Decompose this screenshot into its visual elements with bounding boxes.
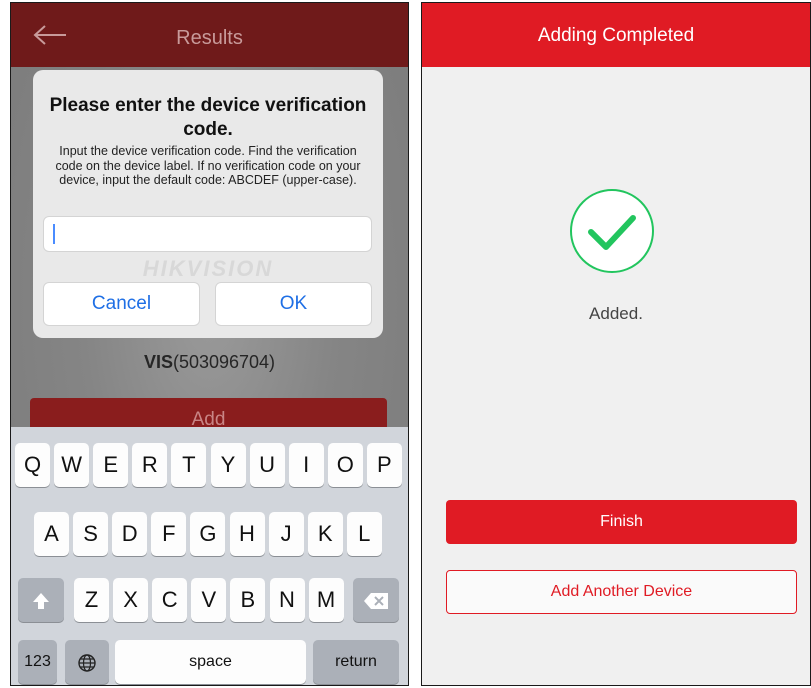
key-x[interactable]: X (113, 578, 149, 622)
key-l[interactable]: L (346, 512, 382, 556)
key-e[interactable]: E (93, 443, 129, 487)
verification-code-dialog: Please enter the device verification cod… (33, 70, 383, 338)
key-b[interactable]: B (230, 578, 266, 622)
backspace-key[interactable] (353, 578, 399, 622)
page-title: Results (176, 27, 243, 49)
cancel-button[interactable]: Cancel (43, 282, 200, 326)
globe-icon (78, 654, 96, 672)
key-q[interactable]: Q (15, 443, 50, 487)
return-key[interactable]: return (313, 640, 399, 684)
completed-header: Adding Completed (422, 3, 810, 67)
key-c[interactable]: C (152, 578, 188, 622)
key-s[interactable]: S (73, 512, 109, 556)
key-z[interactable]: Z (74, 578, 109, 622)
key-r[interactable]: R (132, 443, 168, 487)
numbers-key[interactable]: 123 (18, 640, 57, 684)
key-w[interactable]: W (54, 443, 90, 487)
status-text: Added. (589, 304, 643, 323)
key-y[interactable]: Y (210, 443, 246, 487)
finish-button[interactable]: Finish (446, 500, 797, 544)
key-o[interactable]: O (327, 443, 363, 487)
page-title: Adding Completed (537, 25, 695, 46)
key-m[interactable]: M (308, 578, 344, 622)
dialog-message: Input the device verification code. Find… (55, 144, 361, 187)
key-p[interactable]: P (366, 443, 402, 487)
ok-button[interactable]: OK (215, 282, 372, 326)
verification-code-input[interactable] (43, 216, 372, 252)
key-h[interactable]: H (229, 512, 265, 556)
key-f[interactable]: F (151, 512, 187, 556)
key-k[interactable]: K (307, 512, 343, 556)
adding-completed-screen: Adding Completed Added. Finish Add Anoth… (421, 2, 811, 686)
results-header: Results (11, 3, 408, 67)
shift-key[interactable] (18, 578, 64, 622)
backspace-icon (364, 593, 388, 610)
key-t[interactable]: T (171, 443, 207, 487)
key-d[interactable]: D (112, 512, 148, 556)
text-cursor (53, 224, 55, 244)
globe-key[interactable] (65, 640, 109, 684)
onscreen-keyboard: QWERTYUIOP ASDFGHJKL ZXCVBNM 123 space r… (11, 427, 408, 685)
hikvision-watermark: HIKVISION (142, 256, 274, 281)
key-j[interactable]: J (268, 512, 304, 556)
space-key[interactable]: space (115, 640, 306, 684)
key-v[interactable]: V (191, 578, 227, 622)
add-another-device-button[interactable]: Add Another Device (446, 570, 797, 614)
key-u[interactable]: U (249, 443, 285, 487)
dialog-title: Please enter the device verification cod… (49, 95, 367, 140)
shift-arrow-icon (33, 593, 49, 610)
key-i[interactable]: I (288, 443, 324, 487)
key-a[interactable]: A (34, 512, 69, 556)
device-verification-screen: Results VIS(503096704) Add Please enter … (10, 2, 409, 686)
key-g[interactable]: G (190, 512, 226, 556)
success-check-icon (570, 189, 654, 273)
key-n[interactable]: N (269, 578, 305, 622)
device-serial-label: VIS(503096704) (143, 352, 276, 372)
